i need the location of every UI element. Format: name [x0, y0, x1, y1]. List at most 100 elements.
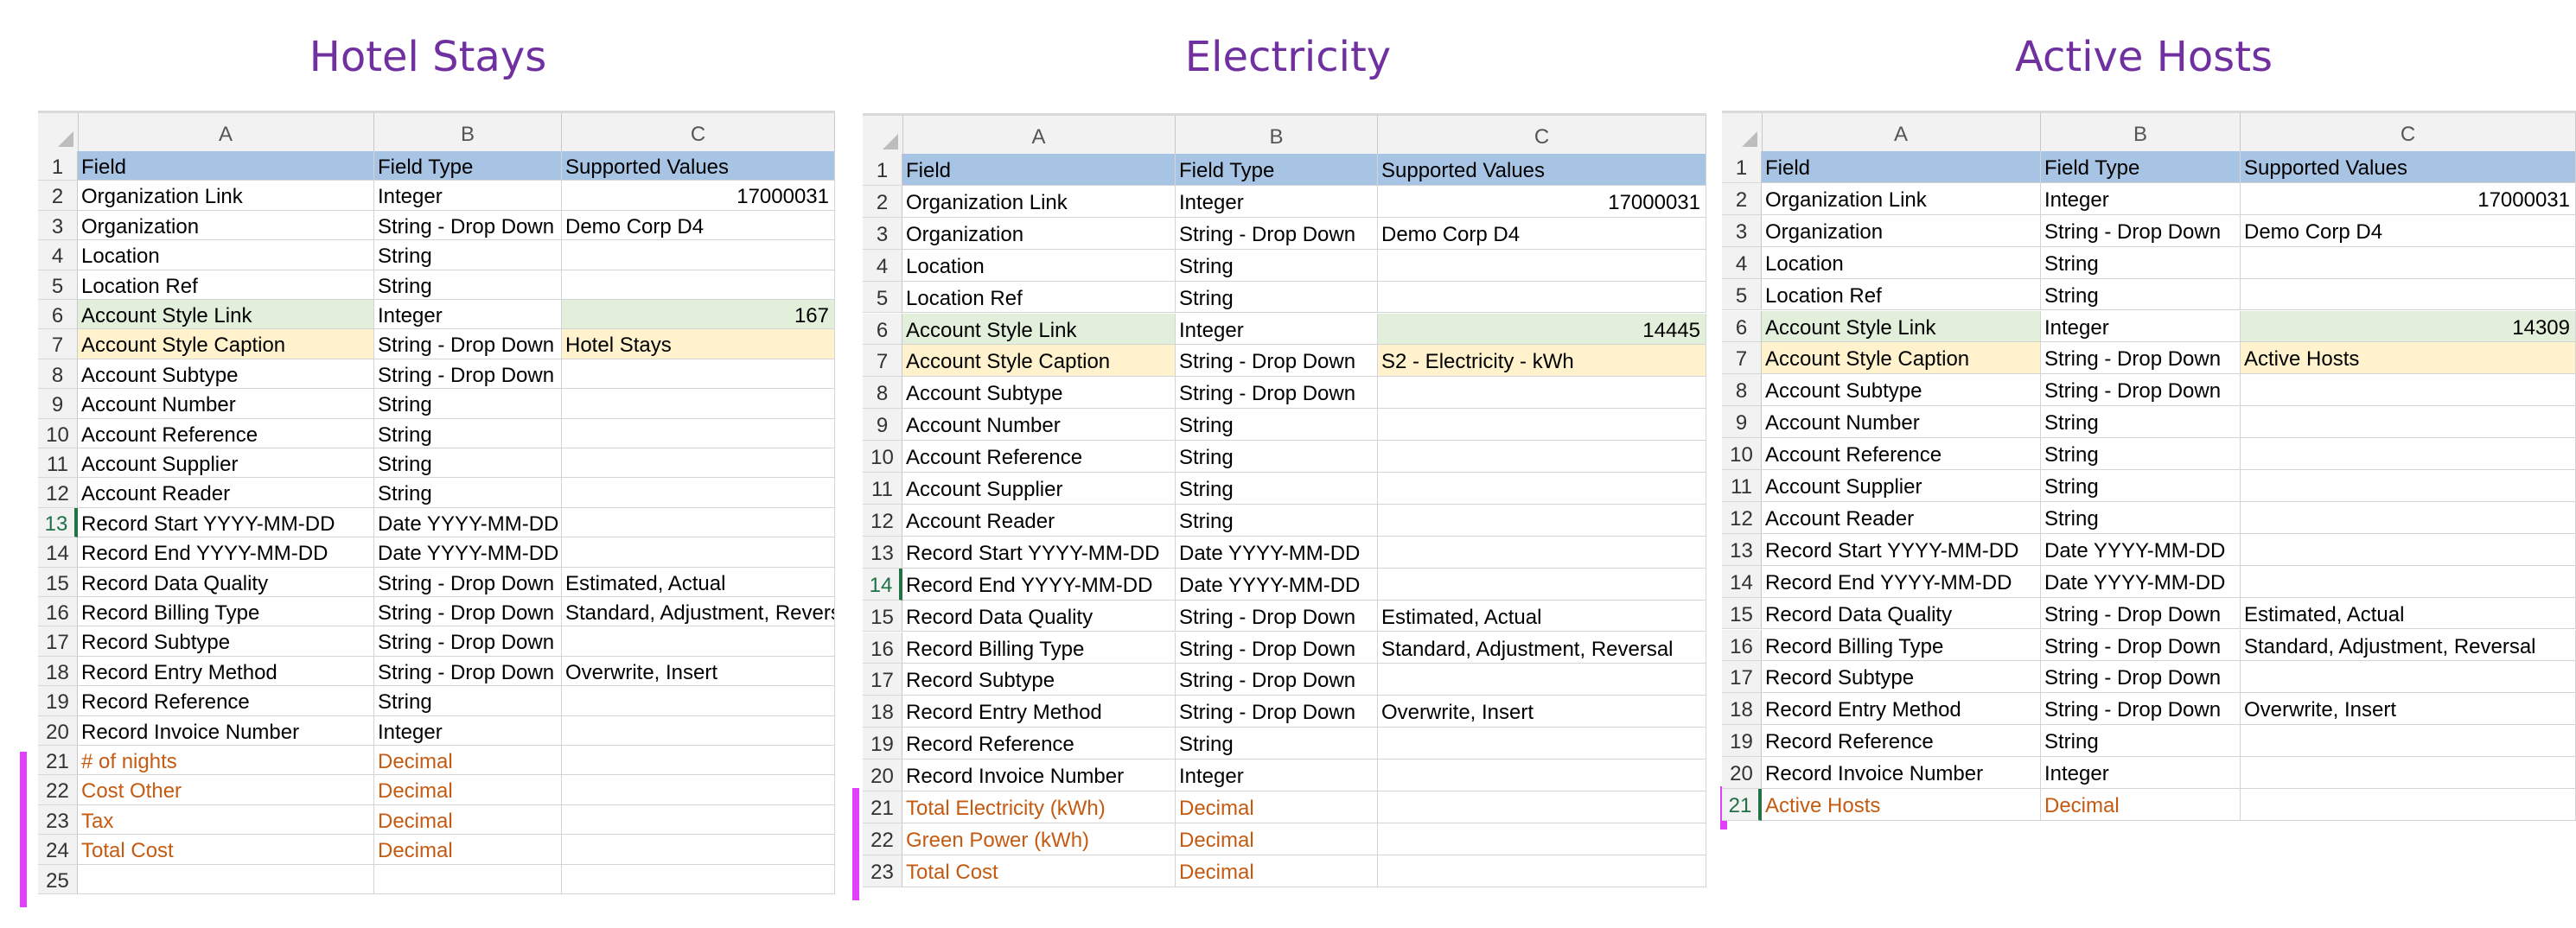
cell-a[interactable]: Record Start YYYY-MM-DD: [1762, 533, 2041, 566]
cell-a[interactable]: Account Supplier: [1762, 470, 2041, 502]
cell-b[interactable]: String - Drop Down: [2041, 693, 2241, 726]
select-all-corner[interactable]: [1722, 113, 1763, 151]
row-number[interactable]: 6: [1722, 310, 1762, 343]
cell-a[interactable]: Organization Link: [1762, 182, 2041, 215]
panel-active-hosts: Active Hosts A B C 1 Field Field Type Supporte…: [0, 0, 2576, 928]
row-number[interactable]: 5: [1722, 278, 1762, 311]
row-number[interactable]: 8: [1722, 374, 1762, 407]
cell-a[interactable]: Field: [1762, 151, 2041, 183]
column-header-a[interactable]: A: [1762, 113, 2041, 151]
cell-a[interactable]: Account Reference: [1762, 438, 2041, 470]
cell-c[interactable]: [2241, 374, 2576, 407]
cell-b[interactable]: Date YYYY-MM-DD: [2041, 533, 2241, 566]
cell-b[interactable]: String: [2041, 501, 2241, 534]
table-row: 16 Record Billing Type String - Drop Down S…: [1722, 629, 2576, 662]
cell-a[interactable]: Record Subtype: [1762, 661, 2041, 694]
cell-a[interactable]: Account Style Caption: [1762, 342, 2041, 375]
column-header-c[interactable]: C: [2241, 113, 2576, 151]
spreadsheet-grid[interactable]: A B C 1 Field Field Type Supported Values 2 Orga…: [1722, 111, 2576, 832]
cell-b[interactable]: String - Drop Down: [2041, 661, 2241, 694]
cell-b[interactable]: String: [2041, 278, 2241, 311]
row-number[interactable]: 20: [1722, 757, 1762, 789]
column-header-row: ABC: [1722, 113, 2576, 152]
row-number[interactable]: 15: [1722, 597, 1762, 630]
cell-b[interactable]: Integer: [2041, 182, 2241, 215]
cell-c[interactable]: [2241, 757, 2576, 789]
row-number[interactable]: 13: [1722, 533, 1762, 566]
cell-c[interactable]: [2241, 438, 2576, 470]
cell-b[interactable]: Decimal: [2041, 789, 2241, 821]
cell-b[interactable]: String - Drop Down: [2041, 214, 2241, 247]
cell-a[interactable]: Active Hosts: [1762, 789, 2041, 821]
row-number[interactable]: 10: [1722, 438, 1762, 470]
cell-c[interactable]: Active Hosts: [2241, 342, 2576, 375]
cell-a[interactable]: Record Billing Type: [1762, 629, 2041, 662]
row-number[interactable]: 14: [1722, 565, 1762, 598]
cell-b[interactable]: String - Drop Down: [2041, 597, 2241, 630]
cell-a[interactable]: Account Style Link: [1762, 310, 2041, 343]
row-number[interactable]: 21: [1722, 789, 1762, 821]
cell-b[interactable]: Integer: [2041, 757, 2241, 789]
cell-a[interactable]: Record End YYYY-MM-DD: [1762, 565, 2041, 598]
cell-c[interactable]: [2241, 278, 2576, 311]
cell-c[interactable]: [2241, 406, 2576, 439]
row-number[interactable]: 4: [1722, 246, 1762, 279]
cell-b[interactable]: Date YYYY-MM-DD: [2041, 565, 2241, 598]
cell-a[interactable]: Account Number: [1762, 406, 2041, 439]
cell-b[interactable]: String - Drop Down: [2041, 342, 2241, 375]
row-number[interactable]: 3: [1722, 214, 1762, 247]
cell-a[interactable]: Account Reader: [1762, 501, 2041, 534]
cell-a[interactable]: Location Ref: [1762, 278, 2041, 311]
cell-b[interactable]: String: [2041, 470, 2241, 502]
table-row: 19 Record Reference String: [1722, 725, 2576, 758]
cell-c[interactable]: [2241, 246, 2576, 279]
cell-c[interactable]: [2241, 470, 2576, 502]
row-number[interactable]: 16: [1722, 629, 1762, 662]
cell-c[interactable]: Overwrite, Insert: [2241, 693, 2576, 726]
cell-c[interactable]: Standard, Adjustment, Reversal: [2241, 629, 2576, 662]
cell-c[interactable]: [2241, 533, 2576, 566]
cell-c[interactable]: 17000031: [2241, 182, 2576, 215]
row-number[interactable]: 18: [1722, 693, 1762, 726]
column-header-b[interactable]: B: [2041, 113, 2241, 151]
row-number[interactable]: 1: [1722, 151, 1762, 183]
table-row: 12 Account Reader String: [1722, 501, 2576, 534]
row-number[interactable]: 11: [1722, 470, 1762, 502]
table-row: 20 Record Invoice Number Integer: [1722, 757, 2576, 789]
cell-a[interactable]: Account Subtype: [1762, 374, 2041, 407]
cell-a[interactable]: Location: [1762, 246, 2041, 279]
cell-a[interactable]: Record Data Quality: [1762, 597, 2041, 630]
table-row: 17 Record Subtype String - Drop Down: [1722, 661, 2576, 694]
table-row: 4 Location String: [1722, 246, 2576, 279]
table-row: 14 Record End YYYY-MM-DD Date YYYY-MM-DD: [1722, 565, 2576, 598]
cell-b[interactable]: Field Type: [2041, 151, 2241, 183]
row-number[interactable]: 2: [1722, 182, 1762, 215]
cell-b[interactable]: String: [2041, 246, 2241, 279]
cell-b[interactable]: String: [2041, 725, 2241, 758]
cell-c[interactable]: Estimated, Actual: [2241, 597, 2576, 630]
cell-a[interactable]: Organization: [1762, 214, 2041, 247]
cell-a[interactable]: Record Invoice Number: [1762, 757, 2041, 789]
cell-b[interactable]: String: [2041, 406, 2241, 439]
row-number[interactable]: 17: [1722, 661, 1762, 694]
row-number[interactable]: 9: [1722, 406, 1762, 439]
cell-a[interactable]: Record Reference: [1762, 725, 2041, 758]
row-number[interactable]: 12: [1722, 501, 1762, 534]
cell-c[interactable]: [2241, 661, 2576, 694]
row-number[interactable]: 19: [1722, 725, 1762, 758]
cell-c[interactable]: 14309: [2241, 310, 2576, 343]
cell-b[interactable]: String: [2041, 438, 2241, 470]
row-number[interactable]: 7: [1722, 342, 1762, 375]
cell-b[interactable]: String - Drop Down: [2041, 374, 2241, 407]
cell-b[interactable]: String - Drop Down: [2041, 629, 2241, 662]
cell-c[interactable]: Demo Corp D4: [2241, 214, 2576, 247]
cell-b[interactable]: Integer: [2041, 310, 2241, 343]
cell-c[interactable]: [2241, 789, 2576, 821]
cell-c[interactable]: [2241, 501, 2576, 534]
table-row: 10 Account Reference String: [1722, 438, 2576, 470]
cell-c[interactable]: Supported Values: [2241, 151, 2576, 183]
cell-c[interactable]: [2241, 565, 2576, 598]
table-row: 13 Record Start YYYY-MM-DD Date YYYY-MM-DD: [1722, 533, 2576, 566]
cell-c[interactable]: [2241, 725, 2576, 758]
cell-a[interactable]: Record Entry Method: [1762, 693, 2041, 726]
